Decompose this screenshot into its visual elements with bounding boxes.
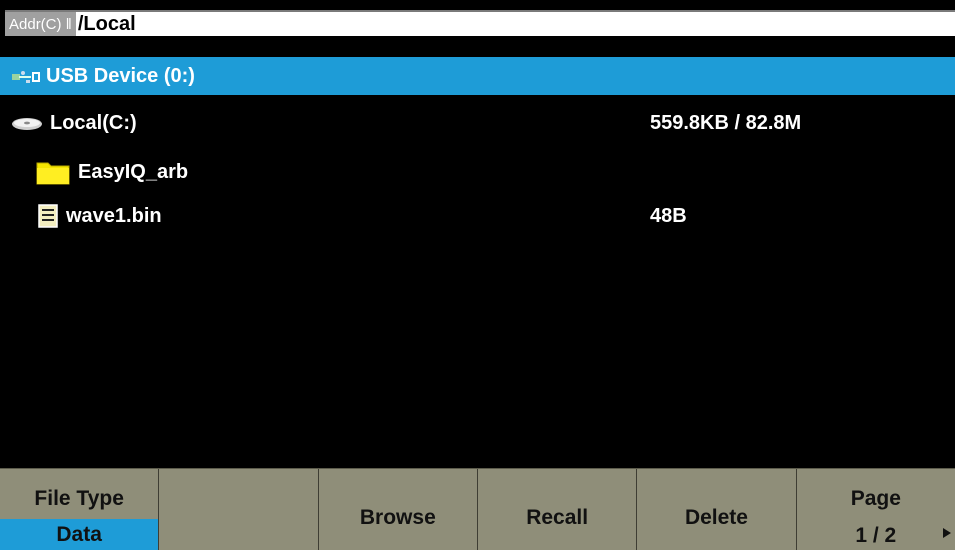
file-name: Local(C:)	[50, 111, 137, 134]
file-name: wave1.bin	[66, 204, 162, 227]
page-label: Page	[850, 487, 901, 510]
recall-softkey[interactable]: Recall	[478, 469, 638, 550]
page-value: 1 / 2	[855, 524, 897, 547]
delete-label: Delete	[684, 505, 748, 529]
recall-label: Recall	[526, 505, 589, 529]
file-type-value: Data	[0, 519, 159, 550]
browse-label: Browse	[359, 505, 436, 529]
folder-icon	[36, 159, 70, 185]
delete-softkey[interactable]: Delete	[637, 469, 797, 550]
file-name: USB Device (0:)	[46, 64, 195, 87]
arrow-right-icon	[942, 528, 951, 538]
file-row-local-drive[interactable]: Local(C:) 559.8KB / 82.8M	[0, 104, 955, 142]
file-row-usb-device[interactable]: USB Device (0:)	[0, 57, 955, 95]
file-row-wave1-bin[interactable]: wave1.bin 48B	[0, 197, 955, 235]
blank-softkey[interactable]	[159, 469, 319, 550]
file-type-label: File Type	[34, 487, 124, 510]
file-type-softkey[interactable]: File Type Data	[0, 469, 160, 550]
file-name: EasyIQ_arb	[78, 160, 189, 183]
usb-icon	[12, 68, 42, 84]
file-icon	[38, 204, 58, 228]
address-field[interactable]: Addr(C) ‖ /Local	[5, 10, 955, 36]
browse-softkey[interactable]: Browse	[319, 469, 478, 550]
file-size: 559.8KB / 82.8M	[650, 111, 802, 134]
address-bar: Addr(C) ‖ /Local	[0, 0, 955, 44]
softkey-bar: File Type Data Browse Recall Delete Page…	[0, 468, 955, 550]
file-list: USB Device (0:) Local(C:) 559.8KB / 82.8…	[0, 57, 955, 465]
disk-icon	[10, 115, 44, 131]
address-path: /Local	[77, 12, 136, 35]
address-label: Addr(C) ‖	[5, 12, 76, 36]
page-softkey[interactable]: Page 1 / 2	[797, 469, 955, 550]
file-size: 48B	[650, 204, 687, 227]
file-row-easyiq-arb[interactable]: EasyIQ_arb	[0, 153, 955, 191]
